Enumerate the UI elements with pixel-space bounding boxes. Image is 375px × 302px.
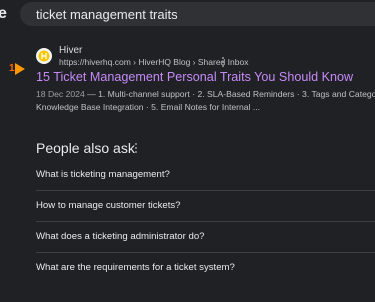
search-results-page: e ticket management traits 1 Hiver https…	[0, 0, 375, 302]
google-logo-fragment[interactable]: e	[0, 4, 7, 24]
result-snippet: 18 Dec 2024 — 1. Multi-channel support ·…	[36, 88, 375, 114]
search-box[interactable]: ticket management traits	[20, 2, 375, 26]
result-marker-number: 1	[9, 63, 15, 74]
hiver-logo-icon	[38, 50, 50, 62]
paa-question-text: What are the requirements for a ticket s…	[36, 262, 235, 273]
result-marker: 1	[9, 63, 29, 75]
snippet-text-1: — 1. Multi-channel support · 2. SLA-Base…	[84, 89, 375, 99]
search-result: 1 Hiver https://hiverhq.com › HiverHQ Bl…	[0, 42, 375, 122]
paa-question-item[interactable]: What are the requirements for a ticket s…	[36, 253, 375, 283]
snippet-line-1: 18 Dec 2024 — 1. Multi-channel support ·…	[36, 88, 375, 101]
paa-question-item[interactable]: What does a ticketing administrator do?	[36, 222, 375, 253]
paa-question-item[interactable]: What is ticketing management?	[36, 160, 375, 191]
hiver-favicon-icon[interactable]	[36, 48, 52, 64]
result-date: 18 Dec 2024	[36, 89, 85, 99]
snippet-line-2: Knowledge Base Integration · 5. Email No…	[36, 102, 261, 112]
paa-question-text: What does a ticketing administrator do?	[36, 231, 205, 242]
people-also-ask-title: People also ask	[36, 140, 135, 156]
paa-question-text: How to manage customer tickets?	[36, 200, 181, 211]
search-input[interactable]: ticket management traits	[36, 7, 178, 22]
result-title-link[interactable]: 15 Ticket Management Personal Traits You…	[36, 70, 353, 85]
paa-question-text: What is ticketing management?	[36, 169, 170, 180]
paa-question-item[interactable]: How to manage customer tickets?	[36, 191, 375, 222]
more-vert-icon[interactable]	[220, 56, 226, 68]
search-header: e ticket management traits	[0, 0, 375, 29]
play-arrow-icon	[15, 63, 25, 75]
site-name[interactable]: Hiver	[59, 45, 82, 57]
more-vert-icon[interactable]	[133, 142, 139, 154]
people-also-ask-list: What is ticketing management? How to man…	[36, 160, 375, 283]
people-also-ask-header: People also ask	[36, 138, 336, 158]
